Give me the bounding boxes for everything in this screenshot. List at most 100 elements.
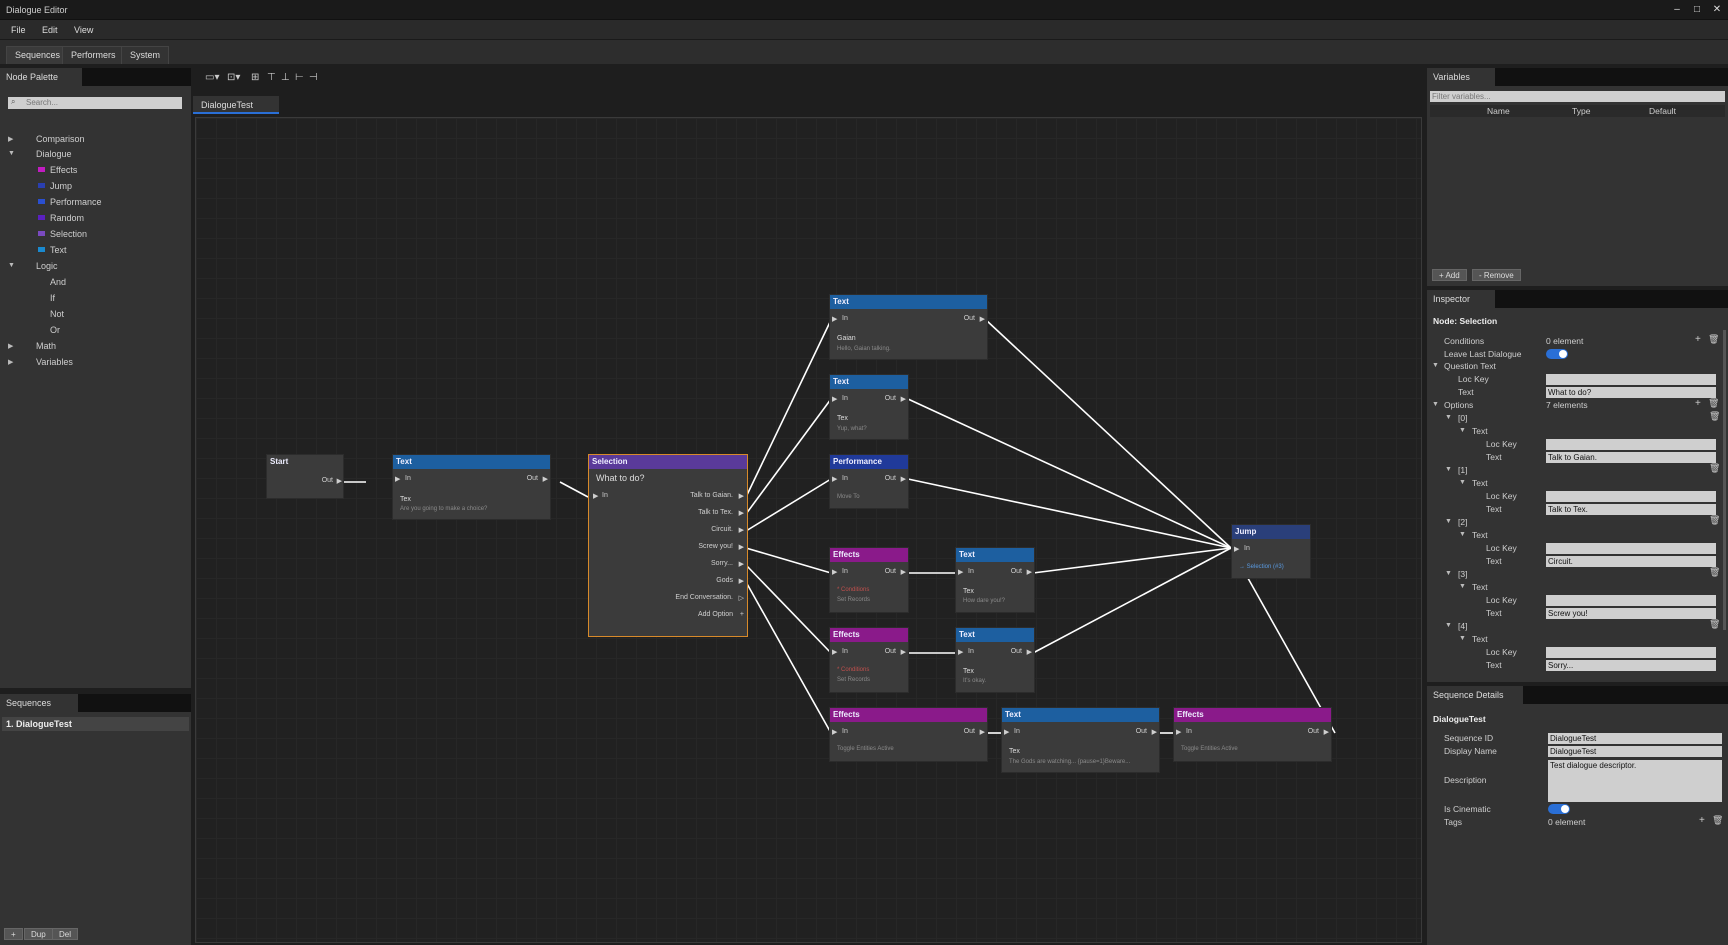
question-lockey-field[interactable]	[1546, 374, 1716, 385]
palette-jump[interactable]: Jump	[50, 181, 72, 191]
align-right-icon[interactable]: ⊣	[309, 72, 318, 83]
out-port-icon[interactable]: ▶	[1152, 728, 1157, 736]
tab-system[interactable]: System	[121, 46, 170, 64]
option-3-text-field[interactable]: Screw you!	[1546, 608, 1716, 619]
description-field[interactable]: Test dialogue descriptor.	[1548, 760, 1722, 802]
effects-node-2[interactable]: Effects ▶ In Out ▶ * Conditions Set Reco…	[829, 627, 909, 693]
option-2-port-icon[interactable]: ▶	[739, 526, 744, 534]
duplicate-sequence-button[interactable]: Dup	[24, 928, 53, 940]
maximize-icon[interactable]: □	[1690, 3, 1704, 17]
add-tag-icon[interactable]: +	[1699, 815, 1705, 826]
display-name-field[interactable]: DialogueTest	[1548, 746, 1722, 757]
delete-options-icon[interactable]: 🗑	[1708, 398, 1719, 409]
palette-effects[interactable]: Effects	[50, 165, 77, 175]
tab-dialoguetest[interactable]: DialogueTest	[193, 96, 279, 114]
performance-node[interactable]: Performance ▶ In Out ▶ Move To	[829, 454, 909, 509]
add-condition-icon[interactable]: +	[1695, 334, 1701, 345]
delete-option-4-icon[interactable]: 🗑	[1709, 619, 1720, 630]
option-6-port-icon[interactable]: ▷	[739, 594, 744, 602]
menu-file[interactable]: File	[11, 25, 26, 35]
menu-edit[interactable]: Edit	[42, 25, 58, 35]
effects-node-1[interactable]: Effects ▶ In Out ▶ * Conditions Set Reco…	[829, 547, 909, 613]
align-left-icon[interactable]: ⊢	[295, 72, 304, 83]
collapse-option-3-text-icon[interactable]: ▼	[1459, 583, 1466, 590]
collapse-option-3-icon[interactable]: ▼	[1445, 570, 1452, 577]
in-port-icon[interactable]: ▶	[958, 568, 963, 576]
text-node-okay[interactable]: Text ▶ In Out ▶ Tex It's okay.	[955, 627, 1035, 693]
collapse-option-4-text-icon[interactable]: ▼	[1459, 635, 1466, 642]
out-port-icon[interactable]: ▶	[1324, 728, 1329, 736]
collapse-option-1-text-icon[interactable]: ▼	[1459, 479, 1466, 486]
palette-not[interactable]: Not	[50, 309, 64, 319]
option-4-text-field[interactable]: Sorry...	[1546, 660, 1716, 671]
out-port-icon[interactable]: ▶	[543, 475, 548, 483]
option-2-lockey-field[interactable]	[1546, 543, 1716, 554]
out-port-icon[interactable]: ▶	[901, 648, 906, 656]
collapse-options-icon[interactable]: ▼	[1432, 401, 1439, 408]
jump-target-label[interactable]: → Selection (#3)	[1239, 564, 1284, 570]
option-3-lockey-field[interactable]	[1546, 595, 1716, 606]
delete-option-2-icon[interactable]: 🗑	[1709, 515, 1720, 526]
delete-tag-icon[interactable]: 🗑	[1712, 815, 1723, 826]
tab-performers[interactable]: Performers	[62, 46, 125, 64]
option-1-port-icon[interactable]: ▶	[739, 509, 744, 517]
out-port-icon[interactable]: ▶	[901, 475, 906, 483]
delete-sequence-button[interactable]: Del	[52, 928, 79, 940]
option-4-port-icon[interactable]: ▶	[739, 560, 744, 568]
out-port-icon[interactable]: ▶	[337, 477, 342, 485]
option-0-text-field[interactable]: Talk to Gaian.	[1546, 452, 1716, 463]
out-port-icon[interactable]: ▶	[1027, 648, 1032, 656]
palette-variables[interactable]: Variables	[36, 357, 73, 367]
add-option-label[interactable]: Add Option	[698, 611, 733, 618]
collapse-option-4-icon[interactable]: ▼	[1445, 622, 1452, 629]
leave-last-dialogue-toggle[interactable]	[1546, 349, 1568, 359]
collapse-option-0-icon[interactable]: ▼	[1445, 414, 1452, 421]
graph-canvas[interactable]: Start Out ▶ Text ▶ In Out ▶ Tex Are you …	[195, 117, 1422, 943]
text-node-intro[interactable]: Text ▶ In Out ▶ Tex Are you going to mak…	[392, 454, 551, 520]
in-port-icon[interactable]: ▶	[1234, 545, 1239, 553]
add-variable-button[interactable]: + Add	[1432, 269, 1467, 281]
menu-view[interactable]: View	[74, 25, 93, 35]
question-text-field[interactable]: What to do?	[1546, 387, 1716, 398]
text-node-gods[interactable]: Text ▶ In Out ▶ Tex The Gods are watchin…	[1001, 707, 1160, 773]
palette-comparison[interactable]: Comparison	[36, 134, 85, 144]
sequence-id-field[interactable]: DialogueTest	[1548, 733, 1722, 744]
text-node-tex[interactable]: Text ▶ In Out ▶ Tex Yup, what?	[829, 374, 909, 440]
option-2-text-field[interactable]: Circuit.	[1546, 556, 1716, 567]
collapse-option-2-text-icon[interactable]: ▼	[1459, 531, 1466, 538]
delete-condition-icon[interactable]: 🗑	[1708, 334, 1719, 345]
option-1-lockey-field[interactable]	[1546, 491, 1716, 502]
collapse-option-2-icon[interactable]: ▼	[1445, 518, 1452, 525]
collapse-option-0-text-icon[interactable]: ▼	[1459, 427, 1466, 434]
collapse-question-icon[interactable]: ▼	[1432, 362, 1439, 369]
in-port-icon[interactable]: ▶	[832, 568, 837, 576]
collapse-logic-icon[interactable]: ▼	[8, 262, 15, 269]
out-port-icon[interactable]: ▶	[901, 395, 906, 403]
palette-performance[interactable]: Performance	[50, 197, 102, 207]
tab-sequences[interactable]: Sequences	[6, 46, 70, 64]
jump-node[interactable]: Jump ▶ In → Selection (#3)	[1231, 524, 1311, 579]
frame-icon[interactable]: ⊡▾	[227, 72, 240, 83]
align-top-icon[interactable]: ⊤	[267, 72, 276, 83]
in-port-icon[interactable]: ▶	[395, 475, 400, 483]
collapse-dialogue-icon[interactable]: ▼	[8, 150, 15, 157]
expand-comparison-icon[interactable]: ▶	[8, 135, 13, 143]
select-rect-icon[interactable]: ▭▾	[205, 72, 219, 83]
palette-search-input[interactable]: ⌕ Search...	[8, 97, 182, 109]
delete-option-0-icon[interactable]: 🗑	[1709, 411, 1720, 422]
delete-option-1-icon[interactable]: 🗑	[1709, 463, 1720, 474]
start-node[interactable]: Start Out ▶	[266, 454, 344, 499]
is-cinematic-toggle[interactable]	[1548, 804, 1570, 814]
close-icon[interactable]: ✕	[1710, 3, 1724, 17]
option-0-lockey-field[interactable]	[1546, 439, 1716, 450]
in-port-icon[interactable]: ▶	[958, 648, 963, 656]
out-port-icon[interactable]: ▶	[901, 568, 906, 576]
palette-and[interactable]: And	[50, 277, 66, 287]
sequence-list-item[interactable]: 1. DialogueTest	[2, 717, 189, 731]
option-1-text-field[interactable]: Talk to Tex.	[1546, 504, 1716, 515]
in-port-icon[interactable]: ▶	[1004, 728, 1009, 736]
text-node-howdare[interactable]: Text ▶ In Out ▶ Tex How dare you!?	[955, 547, 1035, 613]
in-port-icon[interactable]: ▶	[1176, 728, 1181, 736]
out-port-icon[interactable]: ▶	[980, 315, 985, 323]
selection-node[interactable]: Selection What to do? ▶ In Talk to Gaian…	[588, 454, 748, 637]
